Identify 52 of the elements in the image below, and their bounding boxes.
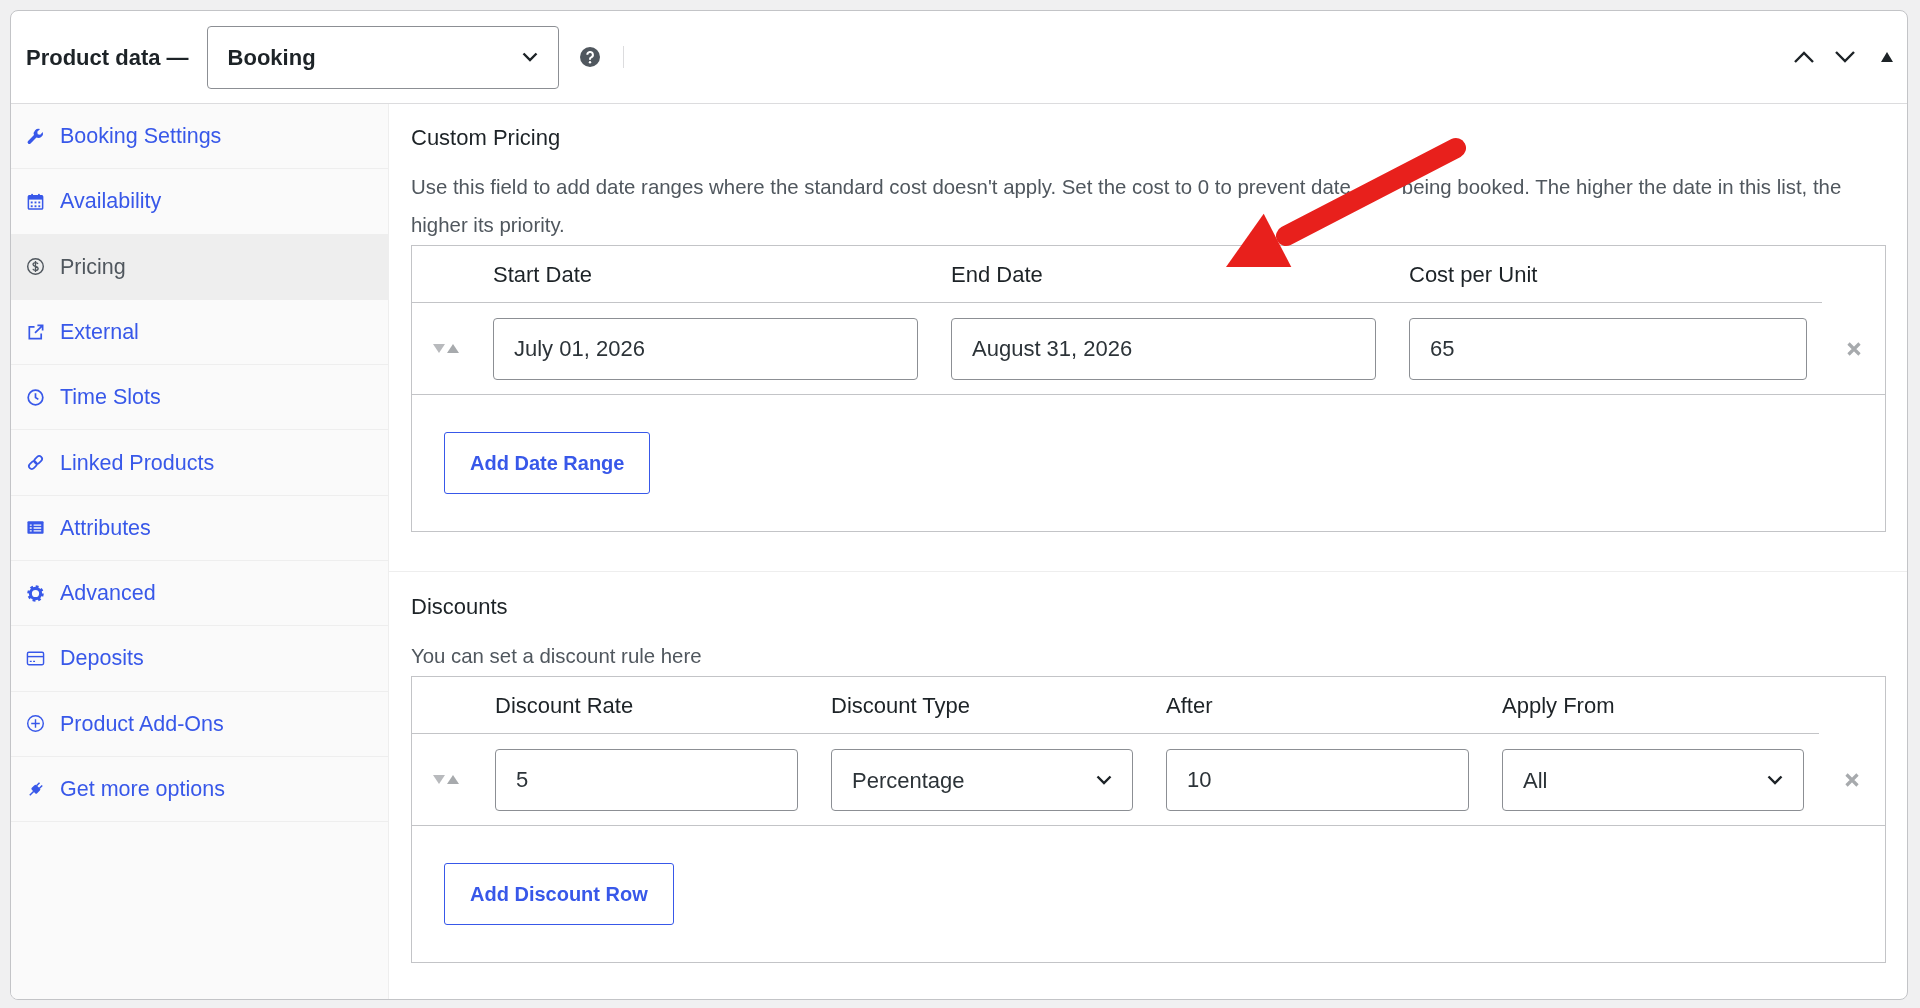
chevron-up-icon[interactable] xyxy=(1793,50,1815,64)
sort-handle-icon[interactable] xyxy=(433,344,459,353)
sidebar-item[interactable]: Linked Products xyxy=(11,430,388,496)
column-header: Start Date xyxy=(493,260,593,289)
sidebar-item[interactable]: Product Add-Ons xyxy=(11,691,388,757)
product-type-select[interactable]: Booking xyxy=(206,25,559,89)
sort-handle-icon[interactable] xyxy=(433,775,459,784)
sidebar-item[interactable]: Booking Settings xyxy=(11,104,388,170)
sidebar-item[interactable]: Time Slots xyxy=(11,365,388,431)
chevron-down-icon[interactable] xyxy=(1834,50,1856,64)
dollar-circle-icon xyxy=(26,257,45,277)
column-header: Cost per Unit xyxy=(1409,260,1538,289)
description-text: You can set a discount rule here xyxy=(411,644,702,669)
panel-title: Product data — xyxy=(26,43,189,72)
clock-icon xyxy=(26,387,45,407)
add-row-button[interactable]: Add Discount Row xyxy=(444,863,674,925)
text-field[interactable]: 65 xyxy=(1409,318,1807,380)
sidebar-item[interactable]: Pricing xyxy=(11,234,388,300)
card-icon xyxy=(26,649,45,668)
column-header: End Date xyxy=(951,260,1043,289)
wrench-icon xyxy=(26,126,45,146)
triangle-up-icon[interactable] xyxy=(1881,52,1893,62)
description-text: higher its priority. xyxy=(411,213,565,238)
sidebar-item[interactable]: Attributes xyxy=(11,495,388,562)
text-field[interactable]: July 01, 2026 xyxy=(493,318,918,380)
link-icon xyxy=(26,453,45,473)
description-text: Use this field to add date ranges where the standard cost doesn't apply. Set the cost to 0 to prevent date xyxy=(411,175,1351,200)
text-field[interactable]: 5 xyxy=(495,749,798,811)
add-row-button[interactable]: Add Date Range xyxy=(444,432,651,494)
sidebar-item[interactable]: Get more options xyxy=(11,756,388,823)
chevron-down-icon xyxy=(1767,775,1783,785)
section-title: Custom Pricing xyxy=(411,124,562,152)
chevron-down-icon xyxy=(521,52,538,62)
gear-icon xyxy=(26,583,45,603)
chevron-down-icon xyxy=(1096,775,1112,785)
sidebar-item[interactable]: Advanced xyxy=(11,561,388,627)
section-title: Discounts xyxy=(411,593,509,621)
dropdown[interactable]: Percentage xyxy=(831,749,1133,811)
column-header: Apply From xyxy=(1502,691,1615,720)
column-header: Discount Type xyxy=(831,691,970,720)
column-header: After xyxy=(1166,691,1213,720)
column-header: Discount Rate xyxy=(495,691,634,720)
plus-circle-icon xyxy=(26,714,45,734)
calendar-icon xyxy=(26,191,45,211)
sidebar-item[interactable]: Deposits xyxy=(11,626,388,692)
external-link-icon xyxy=(26,322,45,342)
text-field[interactable]: August 31, 2026 xyxy=(951,318,1376,380)
sidebar-item[interactable]: External xyxy=(11,299,388,366)
dropdown[interactable]: All xyxy=(1502,749,1804,811)
text-field[interactable]: 10 xyxy=(1166,749,1469,811)
help-icon[interactable] xyxy=(579,47,600,67)
sidebar-item[interactable]: Availability xyxy=(11,169,388,235)
